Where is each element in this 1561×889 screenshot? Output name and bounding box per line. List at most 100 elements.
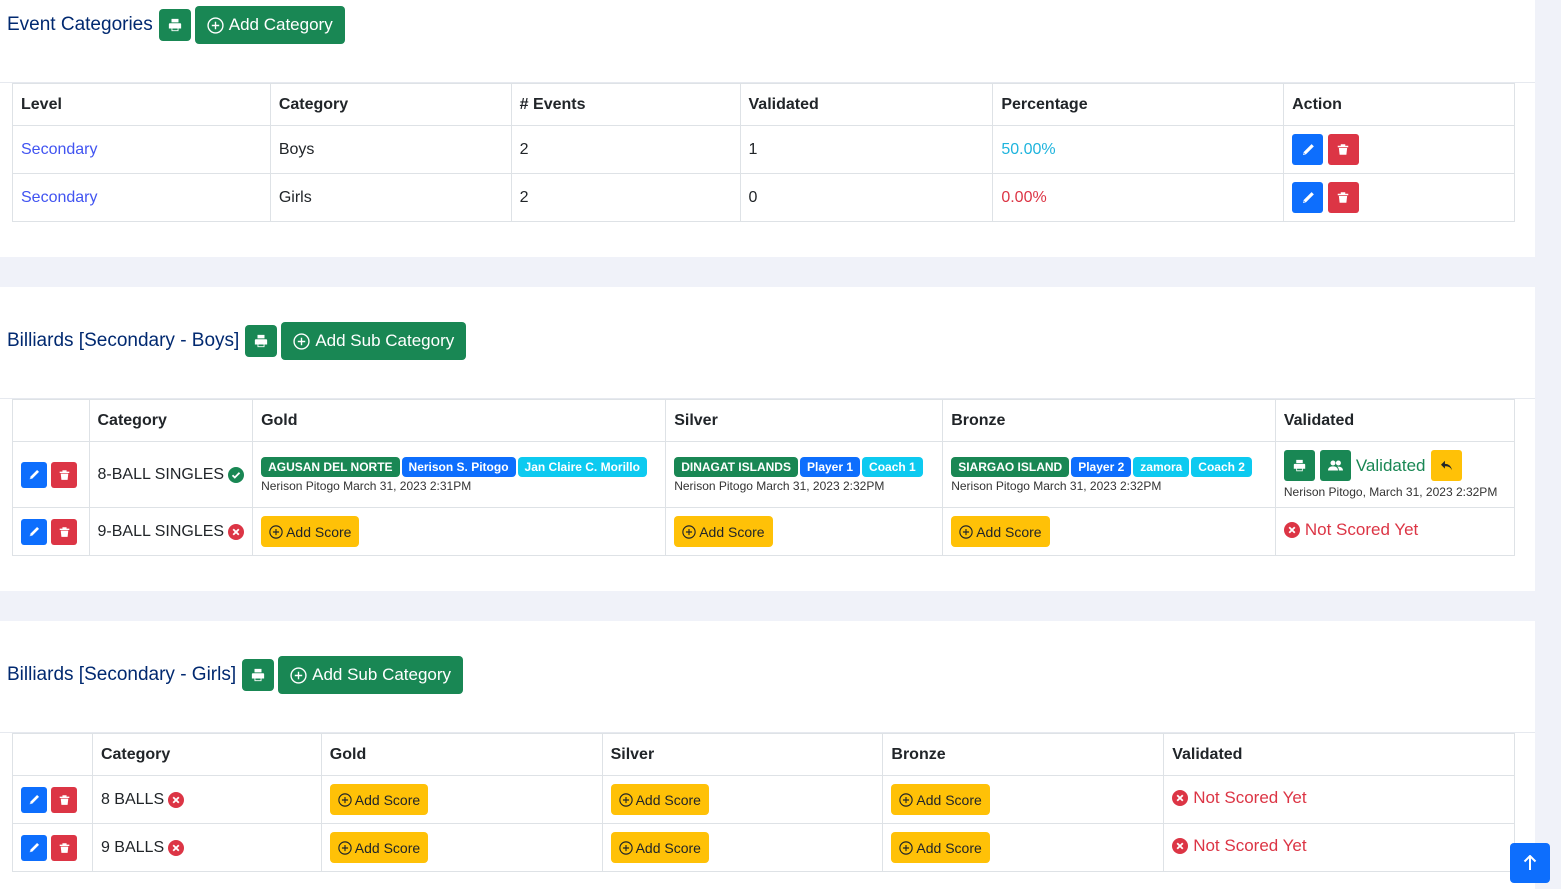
validated-cell: 1 [739, 125, 994, 174]
player-badge: Player 2 [1071, 456, 1132, 477]
add-score-label: Add Score [635, 839, 701, 856]
arrow-up-icon [1523, 855, 1537, 870]
add-score-button[interactable]: Add Score [891, 784, 990, 815]
undo-icon [1440, 460, 1452, 471]
col-silver: Silver [665, 399, 944, 442]
category-cell: Girls [269, 173, 512, 222]
plus-circle-icon [290, 666, 307, 684]
trash-icon [59, 794, 70, 805]
plus-circle-icon [899, 792, 914, 807]
add-score-label: Add Score [354, 791, 421, 808]
delete-button[interactable] [51, 786, 78, 813]
not-scored-status: Not Scored Yet [1172, 836, 1307, 856]
col-actions [12, 399, 90, 442]
table-header-row: Category Gold Silver Bronze Validated [12, 733, 1515, 776]
trash-icon [1337, 144, 1349, 155]
add-score-button[interactable]: Add Score [329, 832, 429, 863]
plus-circle-icon [618, 840, 633, 855]
categories-table: Level Category # Events Validated Percen… [12, 83, 1515, 222]
validated-cell: Validated Nerison Pitogo, March 31, 2023… [1274, 441, 1516, 508]
add-sub-category-label: Add Sub Category [315, 331, 455, 350]
category-label: 9 BALLS [100, 838, 165, 856]
validated-meta: Nerison Pitogo, March 31, 2023 2:32PM [1283, 485, 1498, 499]
billiards-boys-card: Billiards [Secondary - Boys] Add Sub Cat… [0, 287, 1535, 591]
billiards-girls-header: Billiards [Secondary - Girls] Add Sub Ca… [7, 656, 464, 694]
print-categories-button[interactable] [158, 9, 191, 41]
add-score-button[interactable]: Add Score [261, 516, 360, 547]
category-label: 8 BALLS [100, 790, 165, 808]
edit-button[interactable] [1292, 134, 1324, 165]
table-header-row: Level Category # Events Validated Percen… [12, 83, 1515, 126]
back-to-top-button[interactable] [1510, 843, 1550, 883]
team-badge: SIARGAO ISLAND [951, 456, 1070, 477]
table-row: 8 BALLS Add Score Add Score Add Score No… [12, 775, 1515, 824]
not-scored-status: Not Scored Yet [1172, 788, 1307, 808]
pencil-icon [29, 794, 40, 804]
add-score-button[interactable]: Add Score [329, 784, 429, 815]
events-cell: 2 [510, 125, 741, 174]
col-level: Level [12, 83, 271, 126]
undo-validation-button[interactable] [1430, 450, 1462, 481]
player-badge: Nerison S. Pitogo [401, 456, 516, 477]
delete-button[interactable] [51, 518, 78, 545]
category-name: 8-BALL SINGLES [98, 466, 245, 484]
table-row: Secondary Boys 2 1 50.00% [12, 125, 1515, 174]
edit-button[interactable] [21, 518, 47, 545]
add-category-button[interactable]: Add Category [194, 6, 345, 44]
col-category: Category [91, 733, 322, 776]
billiards-boys-title: Billiards [Secondary - Boys] [7, 330, 240, 351]
trash-icon [59, 469, 70, 480]
plus-circle-icon [682, 524, 696, 539]
delete-button[interactable] [51, 461, 78, 488]
plus-circle-icon [293, 332, 310, 350]
status-label: Not Scored Yet [1193, 788, 1307, 807]
edit-button[interactable] [21, 786, 47, 813]
score-meta: Nerison Pitogo March 31, 2023 2:31PM [261, 478, 472, 493]
boys-results-table: Category Gold Silver Bronze Validated 8-… [12, 399, 1516, 556]
delete-button[interactable] [1327, 182, 1359, 213]
level-link[interactable]: Secondary [21, 189, 98, 206]
plus-circle-icon [338, 792, 352, 807]
trash-icon [59, 842, 70, 853]
check-circle-icon [228, 466, 245, 483]
plus-circle-icon [899, 840, 914, 855]
plus-circle-icon [959, 524, 973, 539]
events-cell: 2 [510, 173, 741, 222]
add-score-button[interactable]: Add Score [951, 516, 1050, 547]
coach-badge: Coach 1 [862, 456, 923, 477]
billiards-girls-title: Billiards [Secondary - Girls] [7, 664, 237, 685]
event-categories-card: Event Categories Add Category Level Cate… [0, 0, 1535, 257]
add-sub-category-button[interactable]: Add Sub Category [281, 322, 467, 360]
percentage-value: 50.00% [1001, 140, 1056, 158]
add-score-button[interactable]: Add Score [610, 784, 709, 815]
event-categories-header: Event Categories Add Category [7, 6, 345, 44]
x-circle-icon [1283, 522, 1300, 538]
plus-circle-icon [207, 16, 224, 34]
add-sub-category-button[interactable]: Add Sub Category [278, 656, 464, 694]
col-percentage: Percentage [992, 83, 1285, 126]
add-score-button[interactable]: Add Score [674, 516, 773, 547]
edit-button[interactable] [21, 461, 47, 488]
delete-button[interactable] [51, 834, 78, 861]
print-result-button[interactable] [1283, 450, 1315, 481]
status-label: Not Scored Yet [1193, 836, 1307, 855]
coach-badge: Coach 2 [1191, 456, 1252, 477]
x-circle-icon [168, 839, 185, 856]
level-link[interactable]: Secondary [21, 141, 98, 158]
col-events: # Events [510, 83, 741, 126]
trash-icon [59, 526, 70, 537]
category-name: 9-BALL SINGLES [98, 523, 245, 541]
col-category: Category [88, 399, 254, 442]
edit-button[interactable] [1292, 182, 1324, 213]
edit-button[interactable] [21, 834, 47, 861]
participants-button[interactable] [1319, 450, 1351, 481]
add-score-button[interactable]: Add Score [610, 832, 709, 863]
add-score-label: Add Score [286, 523, 352, 540]
print-boys-button[interactable] [245, 325, 278, 357]
add-score-button[interactable]: Add Score [891, 832, 990, 863]
print-girls-button[interactable] [242, 659, 275, 691]
delete-button[interactable] [1327, 134, 1359, 165]
plus-circle-icon [269, 524, 283, 539]
silver-cell: DINAGAT ISLANDS Player 1 Coach 1 Nerison P… [665, 441, 944, 508]
bronze-cell: SIARGAO ISLAND Player 2 zamora Coach 2 Neri… [942, 441, 1276, 508]
